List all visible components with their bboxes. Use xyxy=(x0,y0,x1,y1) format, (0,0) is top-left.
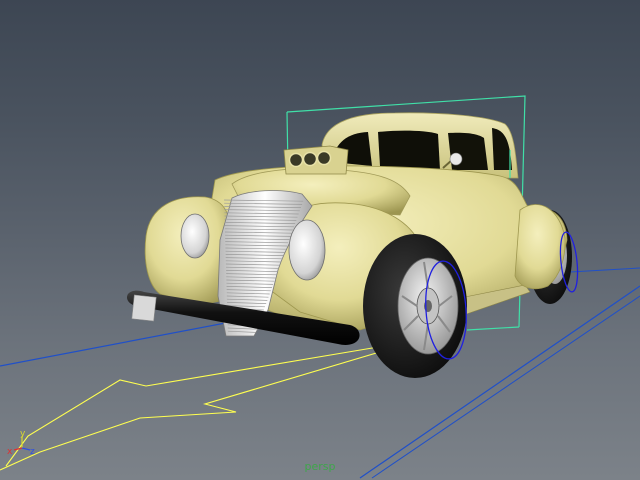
supercharger xyxy=(283,145,349,175)
axis-x-label: x xyxy=(7,447,13,457)
right-headlamp xyxy=(288,219,326,281)
camera-name-label: persp xyxy=(304,460,336,473)
perspective-viewport[interactable]: y x z persp xyxy=(0,0,640,480)
axis-z-label: z xyxy=(30,447,35,457)
selection-box-edge xyxy=(466,326,520,331)
axis-y-label: y xyxy=(20,429,26,439)
guide-curve[interactable] xyxy=(0,339,421,471)
scene-canvas[interactable]: y x z xyxy=(0,0,640,480)
hot-rod-car-icon[interactable] xyxy=(126,112,580,378)
axis-gizmo: y x z xyxy=(7,429,35,457)
front-wheel[interactable] xyxy=(363,234,467,378)
left-headlamp xyxy=(180,213,210,259)
